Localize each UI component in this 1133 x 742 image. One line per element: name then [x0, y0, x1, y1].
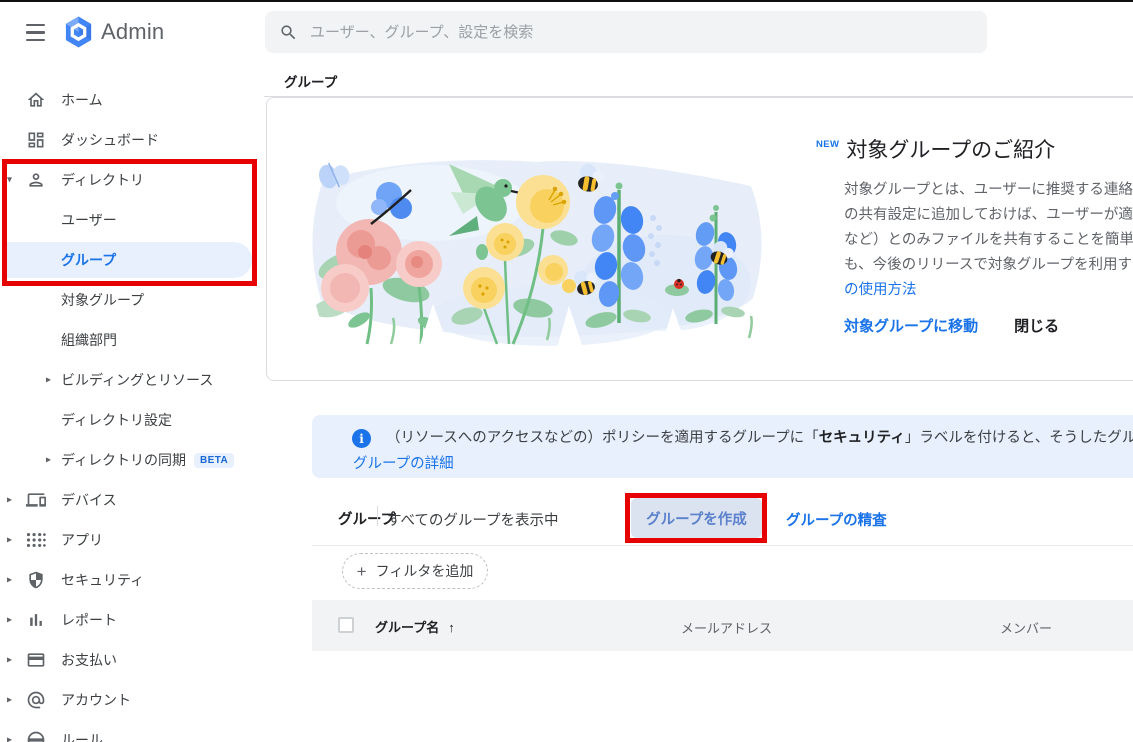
rules-icon	[26, 730, 46, 742]
chevron-right-icon: ▸	[46, 375, 51, 386]
sidebar-item-label: ディレクトリ	[61, 170, 144, 190]
sidebar-item-account[interactable]: ▸ アカウント	[0, 680, 264, 720]
usage-link[interactable]: の使用方法	[844, 278, 1133, 303]
sidebar-item-label: ダッシュボード	[61, 130, 159, 150]
sidebar-item-label: ホーム	[61, 90, 103, 110]
info-banner: i （リソースへのアクセスなどの）ポリシーを適用するグループに「セキュリティ」ラ…	[312, 415, 1133, 478]
beta-badge: BETA	[194, 453, 234, 468]
promo-body-line: も、今後のリリースで対象グループを利用するサービスは増える予定です。対象グループ	[844, 253, 1133, 278]
divider	[312, 545, 1133, 546]
go-to-target-groups-link[interactable]: 対象グループに移動	[844, 315, 978, 336]
chevron-right-icon: ▸	[7, 535, 12, 546]
chevron-right-icon: ▸	[7, 575, 12, 586]
chevron-right-icon: ▸	[7, 735, 12, 742]
sidebar-item-label: ルール	[61, 730, 103, 742]
dashboard-icon	[26, 130, 46, 150]
sidebar-item-apps[interactable]: ▸ アプリ	[0, 520, 264, 560]
sidebar-item-label: 組織部門	[61, 330, 117, 350]
sort-ascending-icon: ↑	[448, 620, 455, 635]
plus-icon: +	[357, 563, 367, 580]
promo-body-line: の共有設定に追加しておけば、ユーザーが適切なユーザー（組織内の特定の部署のメンバ…	[844, 203, 1133, 228]
sidebar-item-label: デバイス	[61, 490, 117, 510]
group-details-link[interactable]: グループの詳細	[353, 452, 454, 473]
create-group-button[interactable]: グループを作成	[631, 498, 762, 538]
groups-table-header: グループ名↑ メールアドレス メンバー	[312, 600, 1133, 651]
sidebar-item-label: ビルディングとリソース	[61, 370, 213, 390]
sidebar-item-directory[interactable]: ▾ ディレクトリ	[0, 160, 264, 200]
promo-banner-card: NEW 対象グループのご紹介 対象グループとは、ユーザーに推奨する連絡先をまとめ…	[266, 97, 1133, 381]
sidebar-item-users[interactable]: ユーザー	[0, 200, 264, 240]
toolbar-separator	[377, 506, 378, 526]
column-header-group-name[interactable]: グループ名↑	[375, 617, 455, 636]
chevron-right-icon: ▸	[7, 695, 12, 706]
sidebar-item-label: アプリ	[61, 530, 103, 550]
column-header-email[interactable]: メールアドレス	[681, 618, 772, 637]
person-icon	[26, 170, 46, 190]
sidebar-item-label: グループ	[61, 250, 116, 270]
groups-filter-status: すべてのグループを表示中	[387, 509, 559, 530]
add-filter-label: フィルタを追加	[376, 561, 474, 581]
sidebar-item-target-groups[interactable]: 対象グループ	[0, 280, 264, 320]
sidebar-nav: ホーム ダッシュボード ▾ ディレクトリ ユーザー グループ 対象グループ 組織…	[0, 80, 264, 742]
dismiss-promo-link[interactable]: 閉じる	[1014, 315, 1059, 336]
sidebar-item-buildings-resources[interactable]: ▸ ビルディングとリソース	[0, 360, 264, 400]
column-header-members[interactable]: メンバー	[1000, 618, 1052, 637]
at-sign-icon	[26, 690, 46, 710]
promo-body-line: など）とのみファイルを共有することを簡単に推奨できるようになります。ドライブ以外…	[844, 228, 1133, 253]
sidebar-item-directory-sync[interactable]: ▸ ディレクトリの同期BETA	[0, 440, 264, 480]
google-admin-logo-icon[interactable]	[63, 15, 94, 54]
sidebar-item-home[interactable]: ホーム	[0, 80, 264, 120]
sidebar-item-label: レポート	[61, 610, 117, 630]
sidebar-item-org-units[interactable]: 組織部門	[0, 320, 264, 360]
sidebar-item-billing[interactable]: ▸ お支払い	[0, 640, 264, 680]
chevron-right-icon: ▸	[7, 615, 12, 626]
promo-title: 対象グループのご紹介	[846, 134, 1055, 164]
search-input[interactable]	[310, 24, 973, 41]
sidebar-item-label: 対象グループ	[61, 290, 144, 310]
window-top-edge	[0, 0, 1133, 2]
hamburger-menu-icon[interactable]	[26, 24, 45, 41]
inspect-groups-link[interactable]: グループの精査	[786, 509, 887, 530]
sidebar-item-label: ユーザー	[61, 210, 117, 230]
devices-icon	[26, 490, 46, 510]
chevron-down-icon: ▾	[7, 175, 12, 186]
sidebar-item-groups[interactable]: グループ	[0, 240, 264, 280]
sidebar-item-devices[interactable]: ▸ デバイス	[0, 480, 264, 520]
admin-console-window: Admin グループ ホーム ダッシュボード ▾ ディレクトリ ユーザー グルー…	[0, 0, 1133, 742]
search-icon	[279, 23, 298, 42]
bar-chart-icon	[26, 610, 46, 630]
chevron-right-icon: ▸	[7, 655, 12, 666]
garden-illustration	[301, 148, 771, 348]
shield-icon	[26, 570, 46, 590]
search-bar[interactable]	[265, 11, 987, 53]
chevron-right-icon: ▸	[7, 495, 12, 506]
page-title: グループ	[284, 71, 337, 91]
info-icon: i	[352, 429, 371, 448]
sidebar-item-directory-settings[interactable]: ディレクトリ設定	[0, 400, 264, 440]
sidebar-item-rules[interactable]: ▸ ルール	[0, 720, 264, 742]
sidebar-item-dashboard[interactable]: ダッシュボード	[0, 120, 264, 160]
sidebar-item-label: セキュリティ	[61, 570, 144, 590]
promo-body: 対象グループとは、ユーザーに推奨する連絡先をまとめたグループです。対象グループを…	[844, 178, 1133, 303]
app-name: Admin	[101, 19, 164, 45]
chevron-right-icon: ▸	[46, 455, 51, 466]
info-banner-text: （リソースへのアクセスなどの）ポリシーを適用するグループに「セキュリティ」ラベル…	[386, 426, 1133, 447]
selected-pill	[5, 242, 252, 278]
sidebar-item-label: ディレクトリ設定	[61, 410, 172, 430]
sidebar-item-security[interactable]: ▸ セキュリティ	[0, 560, 264, 600]
sidebar-item-label: ディレクトリの同期BETA	[61, 450, 234, 470]
promo-body-line: 対象グループとは、ユーザーに推奨する連絡先をまとめたグループです。対象グループを…	[844, 178, 1133, 203]
select-all-checkbox[interactable]	[338, 617, 354, 633]
sidebar-item-label: アカウント	[61, 690, 131, 710]
credit-card-icon	[26, 650, 46, 670]
add-filter-button[interactable]: + フィルタを追加	[342, 553, 488, 589]
sidebar-item-reports[interactable]: ▸ レポート	[0, 600, 264, 640]
new-badge: NEW	[816, 139, 839, 150]
apps-icon	[26, 530, 46, 550]
sidebar-item-label: お支払い	[61, 650, 117, 670]
home-icon	[26, 90, 46, 110]
